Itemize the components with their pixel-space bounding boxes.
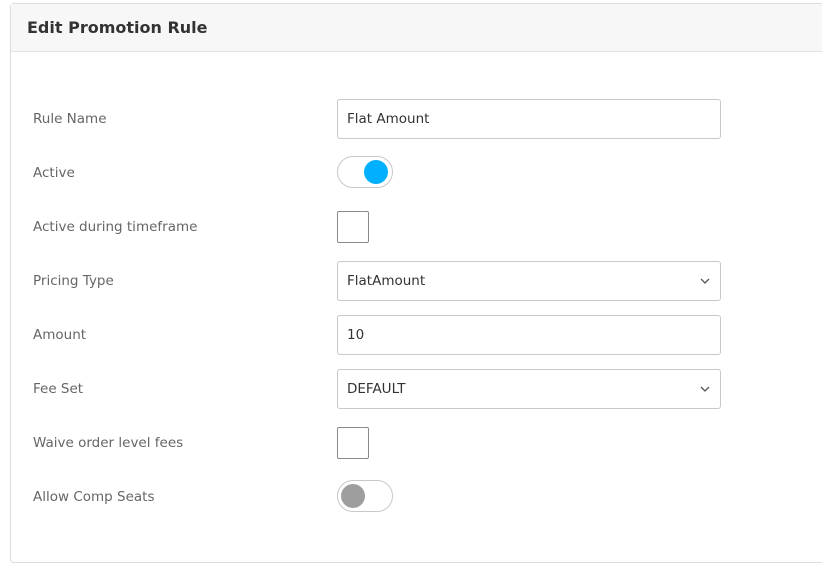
active-label: Active [33, 165, 75, 181]
pricing-type-selected-value: FlatAmount [347, 273, 426, 289]
rule-name-row: Rule Name [0, 99, 822, 139]
fee-set-select[interactable]: DEFAULT [337, 369, 721, 409]
pricing-type-select[interactable]: FlatAmount [337, 261, 721, 301]
fee-set-row: Fee Set DEFAULT [0, 369, 822, 409]
waive-order-level-fees-label: Waive order level fees [33, 435, 184, 451]
rule-name-input[interactable] [337, 99, 721, 139]
active-during-timeframe-label: Active during timeframe [33, 219, 198, 235]
pricing-type-row: Pricing Type FlatAmount [0, 261, 822, 301]
panel-header: Edit Promotion Rule [11, 4, 822, 52]
active-toggle-knob [364, 160, 388, 184]
waive-order-level-fees-checkbox[interactable] [337, 427, 369, 459]
allow-comp-seats-toggle[interactable] [337, 480, 393, 512]
active-toggle[interactable] [337, 156, 393, 188]
fee-set-selected-value: DEFAULT [347, 381, 406, 397]
allow-comp-seats-label: Allow Comp Seats [33, 489, 155, 505]
allow-comp-seats-row: Allow Comp Seats [0, 477, 822, 517]
chevron-down-icon [699, 275, 711, 287]
amount-row: Amount [0, 315, 822, 355]
fee-set-label: Fee Set [33, 381, 84, 397]
active-during-timeframe-checkbox[interactable] [337, 211, 369, 243]
allow-comp-seats-toggle-knob [341, 484, 365, 508]
pricing-type-label: Pricing Type [33, 273, 114, 289]
amount-input[interactable] [337, 315, 721, 355]
waive-order-level-fees-row: Waive order level fees [0, 423, 822, 463]
rule-name-label: Rule Name [33, 111, 107, 127]
active-during-timeframe-row: Active during timeframe [0, 207, 822, 247]
panel-title: Edit Promotion Rule [27, 18, 208, 37]
chevron-down-icon [699, 383, 711, 395]
active-row: Active [0, 153, 822, 193]
amount-label: Amount [33, 327, 87, 343]
